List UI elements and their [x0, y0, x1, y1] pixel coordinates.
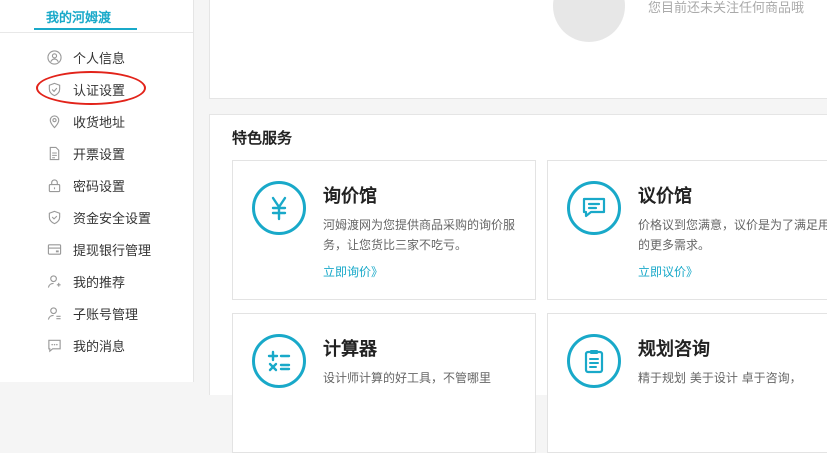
service-card-desc: 设计师计算的好工具，不管哪里: [323, 371, 492, 385]
sidebar-item-my-messages[interactable]: 我的消息: [46, 333, 186, 357]
service-card-planning[interactable]: 规划咨询 精于规划 美于设计 卓于咨询，: [547, 313, 827, 453]
sidebar-item-label: 子账号管理: [73, 307, 139, 323]
sidebar-item-sub-accounts[interactable]: 子账号管理: [46, 301, 186, 325]
sidebar-item-label: 资金安全设置: [73, 211, 152, 227]
bank-card-icon: [46, 241, 62, 257]
calculator-icon: [252, 334, 306, 388]
sidebar-item-password-settings[interactable]: 密码设置: [46, 173, 186, 197]
sidebar-item-label: 开票设置: [73, 147, 126, 163]
sidebar-item-label: 收货地址: [73, 115, 126, 131]
sidebar-item-bank-management[interactable]: 提现银行管理: [46, 237, 186, 261]
sidebar-item-label: 个人信息: [73, 51, 126, 67]
document-icon: [46, 145, 62, 161]
user-circle-icon: [46, 49, 62, 65]
sidebar-item-invoice-settings[interactable]: 开票设置: [46, 141, 186, 165]
service-card-title: 规划咨询: [638, 339, 710, 360]
service-card-calculator[interactable]: 计算器 设计师计算的好工具，不管哪里: [232, 313, 536, 453]
service-card-title: 询价馆: [323, 186, 377, 207]
inquiry-now-link[interactable]: 立即询价》: [323, 263, 383, 280]
bargain-now-link[interactable]: 立即议价》: [638, 263, 698, 280]
message-icon: [46, 337, 62, 353]
sidebar-item-my-referrals[interactable]: 我的推荐: [46, 269, 186, 293]
service-card-bargain[interactable]: 议价馆 价格议到您满意，议价是为了满足用户的更多需求。 立即议价》: [547, 160, 827, 300]
sub-account-icon: [46, 305, 62, 321]
sidebar-item-fund-security[interactable]: 资金安全设置: [46, 205, 186, 229]
sidebar-item-label: 我的消息: [73, 339, 126, 355]
service-card-title: 计算器: [323, 339, 377, 360]
chat-icon: [567, 181, 621, 235]
services-title: 特色服务: [232, 129, 293, 147]
sidebar-item-label: 密码设置: [73, 179, 126, 195]
yen-icon: [252, 181, 306, 235]
location-pin-icon: [46, 113, 62, 129]
user-add-icon: [46, 273, 62, 289]
sidebar: 我的河姆渡 个人信息 认证设置 收货地址 开票设置 密码设置 资金安全设置 提现…: [0, 0, 194, 382]
service-card-inquiry[interactable]: 询价馆 河姆渡网为您提供商品采购的询价服务，让您货比三家不吃亏。 立即询价》: [232, 160, 536, 300]
sidebar-title[interactable]: 我的河姆渡: [46, 7, 111, 26]
sidebar-item-label: 我的推荐: [73, 275, 126, 291]
sidebar-divider: [0, 32, 193, 33]
service-card-title: 议价馆: [638, 186, 692, 207]
shield-icon: [46, 209, 62, 225]
highlight-annotation: [36, 71, 146, 105]
lock-icon: [46, 177, 62, 193]
sidebar-item-label: 提现银行管理: [73, 243, 152, 259]
service-card-desc: 河姆渡网为您提供商品采购的询价服务，让您货比三家不吃亏。: [323, 218, 516, 252]
sidebar-item-personal-info[interactable]: 个人信息: [46, 45, 186, 69]
clipboard-icon: [567, 334, 621, 388]
sidebar-title-underline: [34, 28, 137, 30]
empty-state-text: 您目前还未关注任何商品哦: [648, 1, 805, 16]
service-card-desc: 精于规划 美于设计 卓于咨询，: [638, 371, 802, 385]
sidebar-item-shipping-address[interactable]: 收货地址: [46, 109, 186, 133]
service-card-desc: 价格议到您满意，议价是为了满足用户的更多需求。: [638, 218, 827, 252]
